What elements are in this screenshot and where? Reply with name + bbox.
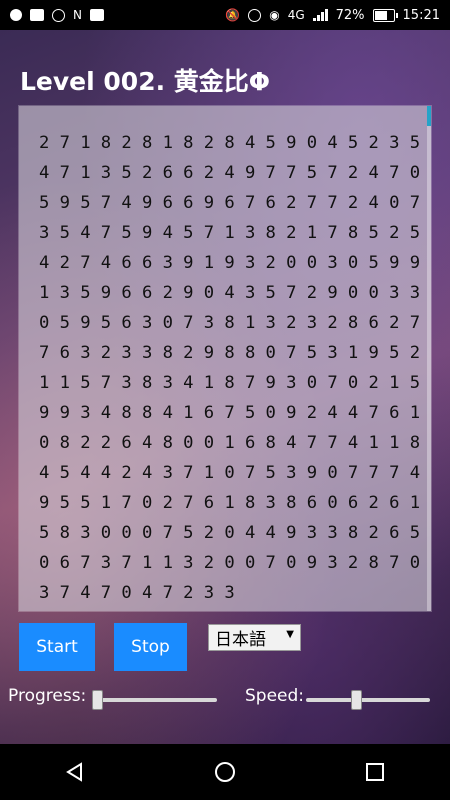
signal-icon [312,9,328,21]
digit-row: 1 1 5 7 3 8 3 4 1 8 7 9 3 0 7 0 2 1 5 4 … [39,373,431,393]
mute-icon: 🔕 [225,8,241,22]
digit-row: 5 9 5 7 4 9 6 6 9 6 7 6 2 7 7 2 4 0 7 6 … [39,193,431,213]
language-select[interactable]: 日本語 ▼ [208,624,301,651]
clock: 15:21 [402,7,440,23]
digit-row: 4 2 7 4 6 6 3 9 1 9 3 2 0 0 3 0 5 9 9 2 … [39,253,431,273]
status-bar: N 🔕 ◉ 4G 72% 15:21 [0,0,450,30]
navigation-bar [0,744,450,800]
scrollbar-track[interactable] [427,106,431,611]
speed-slider-track [306,698,430,702]
stop-button[interactable]: Stop [114,623,187,671]
digit-row: 0 5 9 5 6 3 0 7 3 8 1 3 2 3 2 8 6 2 7 9 … [39,313,431,333]
progress-slider-thumb[interactable] [92,690,103,710]
sync-icon [52,8,65,22]
digit-row: 4 7 1 3 5 2 6 6 2 4 9 7 7 5 7 2 4 7 0 9 … [39,163,431,183]
digit-row: 4 5 4 4 2 4 3 7 1 0 7 5 3 9 0 7 7 7 4 4 … [39,463,431,483]
digit-grid-panel[interactable]: 2 7 1 8 2 8 1 8 2 8 4 5 9 0 4 5 2 3 5 3 … [19,106,431,611]
eye-icon: ◉ [269,8,280,22]
youtube-icon [89,9,104,21]
page-title: Level 002. 黄金比Φ [20,67,271,96]
digit-row: 3 5 4 7 5 9 4 5 7 1 3 8 2 1 7 8 5 2 5 1 … [39,223,431,243]
digit-row: 1 3 5 9 6 6 2 9 0 4 3 5 7 2 9 0 0 3 3 4 … [39,283,431,303]
back-icon [66,762,82,782]
digit-grid: 2 7 1 8 2 8 1 8 2 8 4 5 9 0 4 5 2 3 5 3 … [39,128,431,608]
start-button[interactable]: Start [19,623,95,671]
digit-row: 2 7 1 8 2 8 1 8 2 8 4 5 9 0 4 5 2 3 5 3 … [39,133,431,153]
mail-icon [30,9,44,21]
progress-label: Progress: [8,686,87,706]
digit-row: 0 6 7 3 7 1 1 3 2 0 0 7 0 9 3 2 8 7 0 9 … [39,553,431,573]
network-type: 4G [287,8,305,22]
battery-icon [372,8,398,22]
speed-label: Speed: [245,686,305,706]
status-left-icons: N [10,8,104,22]
digit-row: 9 9 3 4 8 8 4 1 6 7 5 0 9 2 4 4 7 6 1 4 … [39,403,431,423]
digit-row: 0 8 2 2 6 4 8 0 0 1 6 8 4 7 7 4 1 1 8 5 … [39,433,431,453]
alarm-icon [248,8,262,22]
battery-percent: 72% [335,7,365,23]
digit-row: 7 6 3 2 3 3 8 2 9 8 8 0 7 5 3 1 9 5 2 5 … [39,343,431,363]
digit-row: 5 8 3 0 0 0 7 5 2 0 4 4 9 3 3 8 2 6 5 6 … [39,523,431,543]
chevron-down-icon: ▼ [286,629,294,640]
status-right-icons: 🔕 ◉ 4G 72% 15:21 [225,8,440,23]
progress-slider[interactable] [92,690,217,710]
recents-icon [366,763,384,781]
back-button[interactable] [55,752,95,792]
progress-slider-track [92,698,217,702]
recents-button[interactable] [355,752,395,792]
app-icon [10,9,22,21]
home-button[interactable] [205,752,245,792]
language-select-value: 日本語 [215,630,266,650]
speed-slider[interactable] [306,690,430,710]
n-icon: N [73,8,82,22]
digit-row: 9 5 5 1 7 0 2 7 6 1 8 3 8 6 0 6 2 6 1 3 … [39,493,431,513]
speed-slider-thumb[interactable] [351,690,362,710]
home-icon [215,762,235,782]
digit-row: 3 7 4 7 0 4 7 2 3 3 [39,583,235,603]
scrollbar-thumb[interactable] [427,106,431,126]
